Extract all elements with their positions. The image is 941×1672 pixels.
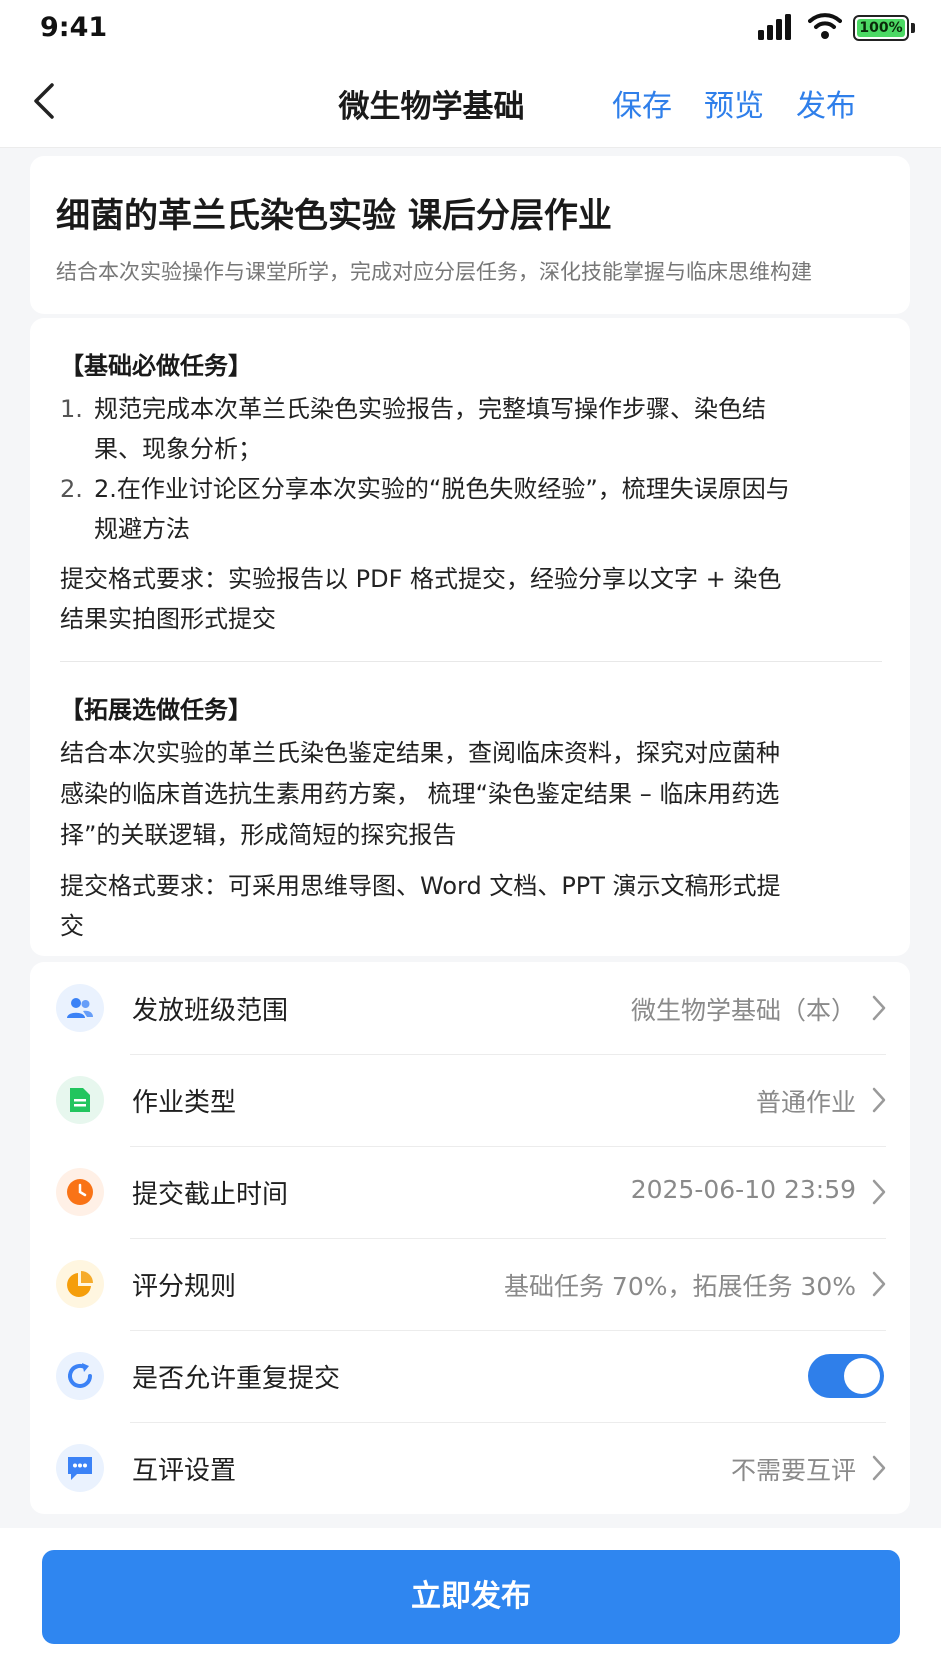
list-item-number: 2. [60,475,83,503]
publish-nav-button[interactable]: 发布 [796,81,856,125]
homework-subtitle[interactable]: 结合本次实验操作与课堂所学，完成对应分层任务，深化技能掌握与临床思维构建 [56,256,812,286]
pie-chart-icon [56,1260,104,1308]
setting-value: 普通作业 [755,1088,856,1117]
list-item-text: 2.在作业讨论区分享本次实验的“脱色失败经验”，梳理失误原因与规避方法 [94,475,790,543]
list-item: 1. 规范完成本次革兰氏染色实验报告，完整填写操作步骤、染色结果、现象分析； [60,389,800,469]
extension-task-heading: 【拓展选做任务】 [60,696,252,724]
homework-title[interactable]: 细菌的革兰氏染色实验 课后分层作业 [56,188,612,237]
setting-value: 基础任务 70%，拓展任务 30% [503,1272,856,1301]
chevron-right-icon [872,1179,886,1205]
chevron-right-icon [872,1271,886,1297]
divider [60,661,882,662]
nav-bar: 微生物学基础 保存 预览 发布 [0,55,941,148]
chevron-right-icon [872,1455,886,1481]
status-time: 9:41 [40,12,108,43]
status-bar: 9:41 100% [0,0,941,55]
setting-label: 发放班级范围 [132,996,289,1026]
resubmit-toggle[interactable] [808,1354,884,1398]
chat-icon [56,1444,104,1492]
document-icon [56,1076,104,1124]
list-item-number: 1. [60,395,83,423]
users-icon [56,984,104,1032]
setting-value: 微生物学基础（本） [630,996,856,1025]
bottom-bar: 立即发布 [0,1528,941,1672]
setting-label: 是否允许重复提交 [132,1364,341,1394]
list-item-text: 规范完成本次革兰氏染色实验报告，完整填写操作步骤、染色结果、现象分析； [94,395,766,463]
extension-task-content: 结合本次实验的革兰氏染色鉴定结果，查阅临床资料，探究对应菌种感染的临床首选抗生素… [60,739,780,849]
battery-label: 100% [857,19,905,37]
setting-row-homework-type[interactable]: 作业类型 普通作业 [30,1054,910,1146]
basic-task-list: 1. 规范完成本次革兰氏染色实验报告，完整填写操作步骤、染色结果、现象分析； 2… [60,389,882,549]
setting-label: 提交截止时间 [132,1180,289,1210]
battery-tip [911,23,915,33]
setting-row-peer-review[interactable]: 互评设置 不需要互评 [30,1422,910,1514]
settings-card: 发放班级范围 微生物学基础（本） 作业类型 普通作业 提交截止时间 2025-0… [30,962,910,1514]
setting-label: 作业类型 [132,1088,237,1118]
setting-row-resubmit: 是否允许重复提交 [30,1330,910,1422]
task-content-card[interactable]: 【基础必做任务】 1. 规范完成本次革兰氏染色实验报告，完整填写操作步骤、染色结… [30,318,910,956]
setting-label: 互评设置 [132,1456,237,1486]
toggle-knob [844,1358,880,1394]
setting-row-grading[interactable]: 评分规则 基础任务 70%，拓展任务 30% [30,1238,910,1330]
extension-task-section: 【拓展选做任务】 结合本次实验的革兰氏染色鉴定结果，查阅临床资料，探究对应菌种感… [60,690,882,946]
cellular-signal-icon [758,14,791,40]
chevron-right-icon [872,1087,886,1113]
setting-label: 评分规则 [132,1272,237,1302]
setting-row-deadline[interactable]: 提交截止时间 2025-06-10 23:59 [30,1146,910,1238]
save-button[interactable]: 保存 [612,81,672,125]
setting-row-class-scope[interactable]: 发放班级范围 微生物学基础（本） [30,962,910,1054]
publish-now-button[interactable]: 立即发布 [42,1550,900,1644]
clock-icon [56,1168,104,1216]
setting-value: 2025-06-10 23:59 [630,1175,856,1204]
list-item: 2. 2.在作业讨论区分享本次实验的“脱色失败经验”，梳理失误原因与规避方法 [60,469,800,549]
basic-task-heading: 【基础必做任务】 [60,352,252,380]
setting-value: 不需要互评 [730,1456,856,1485]
wifi-icon [808,13,842,39]
refresh-icon [56,1352,104,1400]
homework-header-card: 细菌的革兰氏染色实验 课后分层作业 结合本次实验操作与课堂所学，完成对应分层任务… [30,156,910,314]
battery-indicator: 100% [853,15,909,41]
basic-task-section: 【基础必做任务】 1. 规范完成本次革兰氏染色实验报告，完整填写操作步骤、染色结… [60,346,882,639]
chevron-right-icon [872,995,886,1021]
preview-button[interactable]: 预览 [704,81,764,125]
basic-format-requirement: 提交格式要求：实验报告以 PDF 格式提交，经验分享以文字 + 染色结果实拍图形… [60,565,782,633]
extension-format-requirement: 提交格式要求：可采用思维导图、Word 文档、PPT 演示文稿形式提交 [60,872,781,940]
